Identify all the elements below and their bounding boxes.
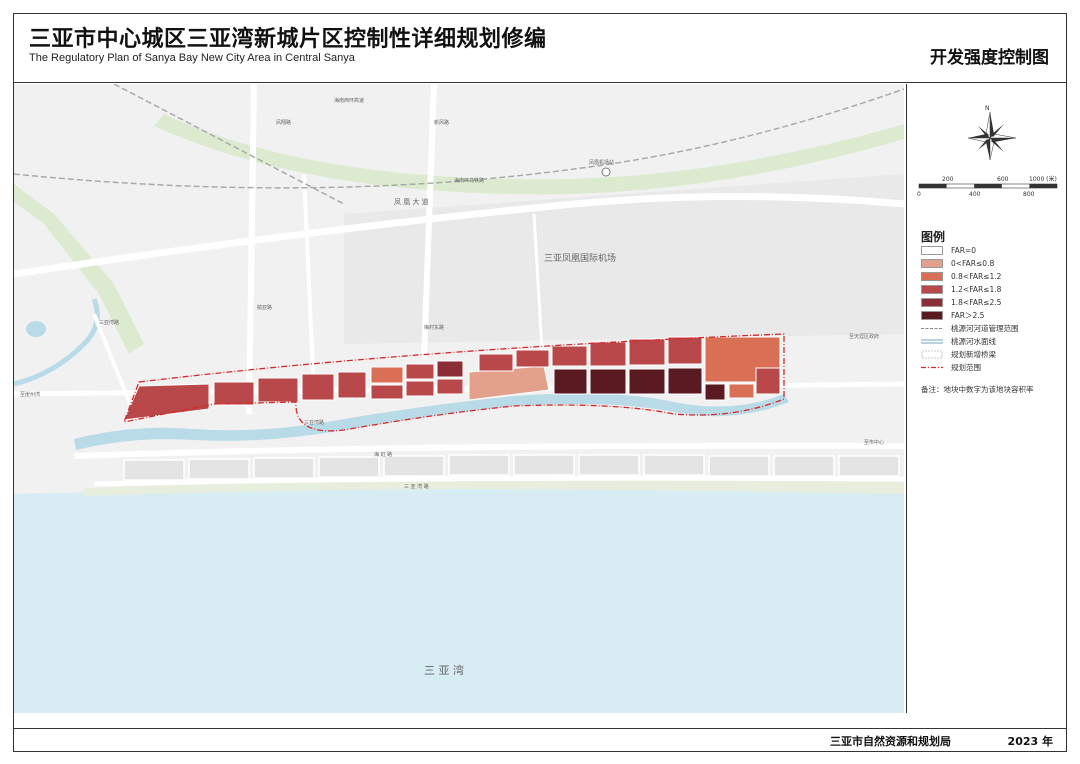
label-airport: 三亚凤凰国际机场 xyxy=(544,252,616,264)
svg-text:N: N xyxy=(985,105,990,112)
sea xyxy=(14,487,904,713)
label-road-diag: 三亚湾路 xyxy=(304,419,324,426)
legend-swatch xyxy=(921,258,943,268)
legend-swatch xyxy=(921,271,943,281)
legend-label: 规划新增桥梁 xyxy=(951,349,996,359)
legend-item-far-1-8: 1.2<FAR≤1.8 xyxy=(921,283,1001,295)
legend-label: 桃源河水面线 xyxy=(951,336,996,346)
legend-label: 0.8<FAR≤1.2 xyxy=(951,271,1002,281)
legend-swatch xyxy=(921,245,943,255)
legend-panel: N 200 600 1000 (米) 0 400 800 图例 FAR=0 0<… xyxy=(906,84,1066,713)
label-road-right-2: 至市中心 xyxy=(864,439,884,446)
legend-swatch xyxy=(921,310,943,320)
legend-swatch xyxy=(921,284,943,294)
label-road-s2: 三 亚 湾 路 xyxy=(404,483,429,490)
legend-title: 图例 xyxy=(921,230,946,244)
header: 三亚市中心城区三亚湾新城片区控制性详细规划修编 The Regulatory P… xyxy=(13,13,1067,83)
compass-icon: N xyxy=(967,105,1017,161)
svg-text:800: 800 xyxy=(1023,191,1035,198)
legend-label: 1.8<FAR≤2.5 xyxy=(951,297,1002,307)
bridge-icon xyxy=(921,350,943,358)
legend-label: FAR＞2.5 xyxy=(951,310,985,320)
label-road-s1: 海 虹 路 xyxy=(374,451,392,458)
map-name: 开发强度控制图 xyxy=(930,48,1049,68)
legend-item-far-max: FAR＞2.5 xyxy=(921,309,984,321)
legend-label: 1.2<FAR≤1.8 xyxy=(951,284,1002,294)
boundary-icon xyxy=(921,366,943,368)
legend-label: 规划范围 xyxy=(951,362,981,372)
year: 2023 年 xyxy=(1007,735,1053,748)
label-bay: 三 亚 湾 xyxy=(424,663,464,677)
legend-item-river-waterline: 桃源河水面线 xyxy=(921,335,996,347)
legend-swatch xyxy=(921,297,943,307)
svg-text:0: 0 xyxy=(917,191,921,198)
legend-label: 0<FAR≤0.8 xyxy=(951,258,995,268)
station-icon xyxy=(601,167,611,177)
legend-note: 备注：地块中数字为该地块容积率 xyxy=(921,385,1034,394)
label-road-v1: 榆亚路 xyxy=(257,304,272,311)
map-canvas: 三亚凤凰国际机场 三 亚 湾 凤 凰 大 道 海南环岛铁路 海南西环高速 凤凰机… xyxy=(14,84,904,713)
scale-bar: 200 600 1000 (米) 0 400 800 xyxy=(917,175,1058,198)
map-area[interactable]: 三亚凤凰国际机场 三 亚 湾 凤 凰 大 道 海南环岛铁路 海南西环高速 凤凰机… xyxy=(14,84,904,713)
waterline-icon xyxy=(921,339,943,343)
legend-label: FAR=0 xyxy=(951,245,977,255)
title-english: The Regulatory Plan of Sanya Bay New Cit… xyxy=(29,52,355,64)
label-station: 凤凰机场站 xyxy=(589,159,614,166)
label-rail: 海南环岛铁路 xyxy=(454,177,484,184)
label-road-v3: 梅村东路 xyxy=(424,324,444,331)
svg-text:400: 400 xyxy=(969,191,981,198)
label-road-left: 至崖州湾 xyxy=(20,391,40,398)
svg-text:200: 200 xyxy=(942,176,954,183)
label-road-right-1: 至天涯区政府 xyxy=(849,333,879,340)
pond xyxy=(26,321,46,337)
legend-item-far-2-5: 1.8<FAR≤2.5 xyxy=(921,296,1001,308)
legend-item-river-management: 桃源河河道管理范围 xyxy=(921,322,1019,334)
footer: 三亚市自然资源和规划局 2023 年 xyxy=(13,728,1067,752)
legend-item-far-0-8: 0<FAR≤0.8 xyxy=(921,257,994,269)
legend-item-far-1-2: 0.8<FAR≤1.2 xyxy=(921,270,1001,282)
label-road-v5: 三亚湾路 xyxy=(99,319,119,326)
legend-item-far-0: FAR=0 xyxy=(921,244,976,256)
label-highway: 海南西环高速 xyxy=(334,97,364,104)
label-road-v2: 凤翔路 xyxy=(276,119,291,126)
svg-text:600: 600 xyxy=(997,176,1009,183)
legend-item-new-bridge: 规划新增桥梁 xyxy=(921,348,996,360)
label-avenue: 凤 凰 大 道 xyxy=(394,197,429,206)
svg-text:1000 (米): 1000 (米) xyxy=(1029,175,1057,183)
legend-label: 桃源河河道管理范围 xyxy=(951,323,1019,333)
title-chinese: 三亚市中心城区三亚湾新城片区控制性详细规划修编 xyxy=(29,27,547,52)
label-road-v4: 新风路 xyxy=(434,119,449,126)
legend-item-planning-boundary: 规划范围 xyxy=(921,361,981,373)
river-management-icon xyxy=(921,327,943,329)
agency-name: 三亚市自然资源和规划局 xyxy=(830,735,951,748)
